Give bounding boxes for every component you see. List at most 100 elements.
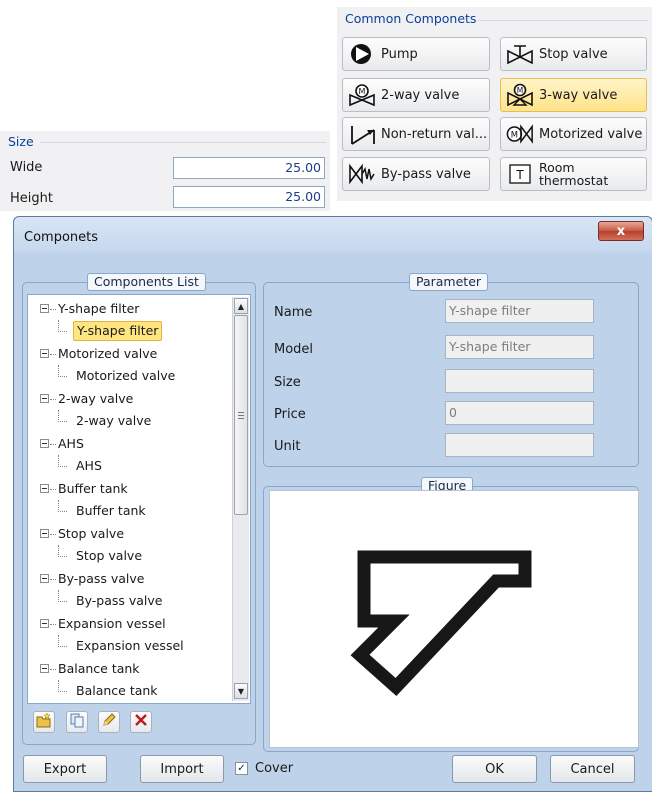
room-thermostat-icon: T xyxy=(506,162,534,186)
tree-child-label: By-pass valve xyxy=(76,593,163,608)
non-return-valve-label: Non-return val... xyxy=(381,126,488,142)
stop-valve-button[interactable]: Stop valve xyxy=(500,37,647,71)
motorized-valve-label: Motorized valve xyxy=(539,126,643,142)
scroll-down-button[interactable]: ▼ xyxy=(234,683,248,699)
tree-child-label: 2-way valve xyxy=(76,413,152,428)
components-list-title: Components List xyxy=(87,273,206,291)
price-label: Price xyxy=(274,407,306,422)
copy-icon xyxy=(69,712,85,732)
bypass-valve-button[interactable]: By-pass valve xyxy=(342,157,490,191)
size-param-field[interactable] xyxy=(445,369,594,393)
height-input[interactable]: 25.00 xyxy=(173,186,325,208)
motorized-valve-button[interactable]: M Motorized valve xyxy=(500,117,647,151)
tree-group-label: Y-shape filter xyxy=(58,301,140,316)
pump-label: Pump xyxy=(381,46,418,62)
close-button[interactable]: x xyxy=(598,221,644,241)
collapse-toggle-icon[interactable] xyxy=(40,304,49,313)
name-field[interactable]: Y-shape filter xyxy=(445,299,594,323)
cancel-button[interactable]: Cancel xyxy=(550,755,635,783)
ok-button[interactable]: OK xyxy=(452,755,537,783)
tree-child-label: AHS xyxy=(76,458,102,473)
price-field[interactable]: 0 xyxy=(445,401,594,425)
tree-group-label: 2-way valve xyxy=(58,391,134,406)
delete-button[interactable] xyxy=(130,711,152,733)
tree-group-label: AHS xyxy=(58,436,84,451)
stop-valve-label: Stop valve xyxy=(539,46,608,62)
collapse-toggle-icon[interactable] xyxy=(40,529,49,538)
cover-label: Cover xyxy=(255,761,294,776)
close-icon: x xyxy=(616,223,626,239)
tree-scrollbar[interactable]: ▲ ▼ xyxy=(232,297,249,701)
svg-text:M: M xyxy=(511,129,518,139)
two-way-valve-label: 2-way valve xyxy=(381,87,460,103)
components-tree[interactable]: Y-shape filter Y-shape filter Motorized va… xyxy=(27,294,251,704)
stop-valve-icon xyxy=(506,42,534,66)
three-way-valve-label: 3-way valve xyxy=(539,87,618,103)
tree-child-label: Stop valve xyxy=(76,548,143,563)
pump-button[interactable]: Pump xyxy=(342,37,490,71)
new-folder-icon xyxy=(36,712,52,732)
common-components-title: Common Componets xyxy=(345,11,477,26)
panel-divider xyxy=(477,20,648,21)
wide-input[interactable]: 25.00 xyxy=(173,157,325,179)
collapse-toggle-icon[interactable] xyxy=(40,349,49,358)
collapse-toggle-icon[interactable] xyxy=(40,484,49,493)
tree-child-label: Balance tank xyxy=(76,683,158,698)
bypass-valve-label: By-pass valve xyxy=(381,166,471,182)
size-param-label: Size xyxy=(274,375,301,390)
copy-button[interactable] xyxy=(66,711,88,733)
svg-text:M: M xyxy=(517,86,523,95)
scroll-thumb[interactable] xyxy=(234,315,248,515)
figure-preview xyxy=(269,490,639,748)
model-field[interactable]: Y-shape filter xyxy=(445,335,594,359)
room-thermostat-label: Room thermostat xyxy=(539,160,609,188)
pump-icon xyxy=(348,42,376,66)
import-button[interactable]: Import xyxy=(140,755,224,783)
non-return-valve-icon xyxy=(348,122,376,146)
export-button[interactable]: Export xyxy=(23,755,107,783)
two-way-valve-icon: M xyxy=(348,83,376,107)
collapse-toggle-icon[interactable] xyxy=(40,574,49,583)
parameter-title: Parameter xyxy=(409,273,489,291)
new-component-button[interactable] xyxy=(33,711,55,733)
edit-button[interactable] xyxy=(98,711,120,733)
height-label: Height xyxy=(10,191,53,206)
collapse-toggle-icon[interactable] xyxy=(40,619,49,628)
model-label: Model xyxy=(274,342,314,357)
motorized-valve-icon: M xyxy=(506,122,534,146)
arrow-up-icon: ▲ xyxy=(237,301,245,311)
tree-group-label: Stop valve xyxy=(58,526,125,541)
two-way-valve-button[interactable]: M 2-way valve xyxy=(342,78,490,112)
tree-group-label: Expansion vessel xyxy=(58,616,166,631)
collapse-toggle-icon[interactable] xyxy=(40,394,49,403)
three-way-valve-icon: M xyxy=(506,83,534,107)
collapse-toggle-icon[interactable] xyxy=(40,439,49,448)
tree-child-label: Y-shape filter xyxy=(73,321,163,341)
tree-child-label: Motorized valve xyxy=(76,368,176,383)
wide-label: Wide xyxy=(10,160,43,175)
collapse-toggle-icon[interactable] xyxy=(40,664,49,673)
bypass-valve-icon xyxy=(348,162,376,186)
tree-group-label: By-pass valve xyxy=(58,571,145,586)
tree-child-label: Buffer tank xyxy=(76,503,146,518)
unit-field[interactable] xyxy=(445,433,594,457)
edit-pencil-icon xyxy=(101,712,117,732)
scroll-up-button[interactable]: ▲ xyxy=(234,298,248,314)
tree-group-label: Buffer tank xyxy=(58,481,128,496)
arrow-down-icon: ▼ xyxy=(237,686,245,696)
panel-divider xyxy=(40,142,326,143)
non-return-valve-button[interactable]: Non-return val... xyxy=(342,117,490,151)
tree-group-label: Motorized valve xyxy=(58,346,158,361)
unit-label: Unit xyxy=(274,439,301,454)
cover-checkbox[interactable]: ✓ xyxy=(235,762,248,775)
svg-text:M: M xyxy=(359,87,366,96)
tree-child-label: Expansion vessel xyxy=(76,638,184,653)
three-way-valve-button[interactable]: M 3-way valve xyxy=(500,78,647,112)
delete-icon xyxy=(134,713,148,731)
room-thermostat-button[interactable]: T Room thermostat xyxy=(500,157,647,191)
svg-text:T: T xyxy=(515,168,524,182)
name-label: Name xyxy=(274,305,313,320)
dialog-title: Componets xyxy=(24,230,99,245)
check-icon: ✓ xyxy=(237,763,246,774)
tree-group-label: Balance tank xyxy=(58,661,140,676)
